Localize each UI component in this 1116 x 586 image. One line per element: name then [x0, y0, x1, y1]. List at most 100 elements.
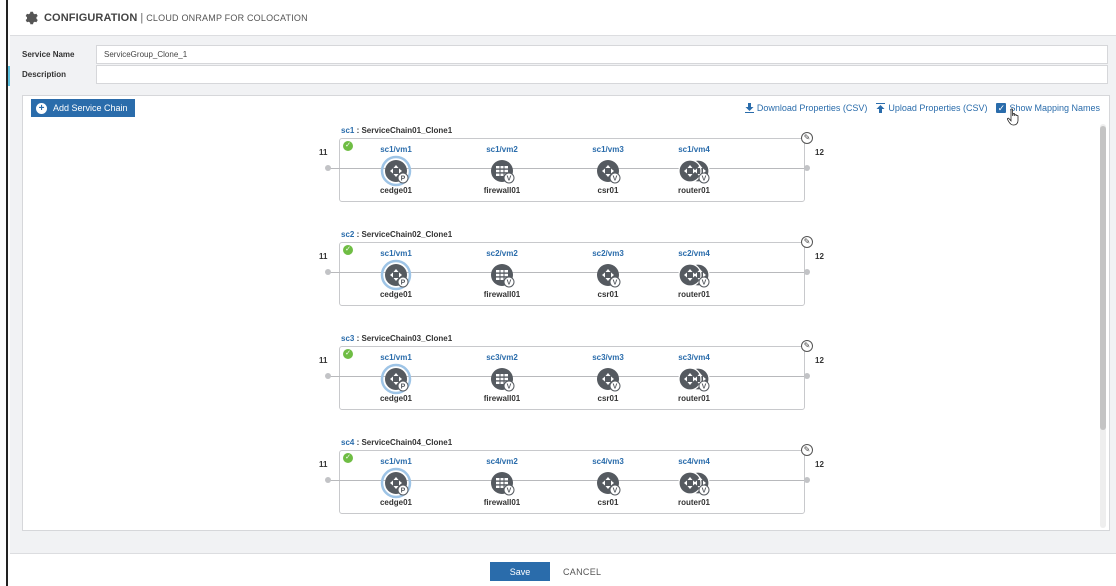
ingress-port-dot: [325, 373, 331, 379]
firewall-icon[interactable]: V: [486, 469, 518, 497]
chain-id: sc2: [341, 230, 355, 239]
chain-id: sc4: [341, 438, 355, 447]
vm-node[interactable]: sc1/vm1 Pcedge01: [351, 353, 441, 409]
vm-node[interactable]: sc1/vm2 Vfirewall01: [457, 145, 547, 201]
vm-node[interactable]: sc3/vm4 Vrouter01: [649, 353, 739, 409]
svg-text:V: V: [507, 488, 512, 495]
page-footer: Save CANCEL: [10, 553, 1116, 586]
chain-name: ServiceChain02_Clone1: [361, 230, 453, 239]
svg-text:V: V: [507, 384, 512, 391]
vm-node[interactable]: sc2/vm3 Vcsr01: [563, 249, 653, 305]
vm-label: sc2/vm4: [678, 249, 710, 258]
description-input[interactable]: [96, 64, 1108, 84]
router-stack-icon[interactable]: V: [674, 157, 714, 185]
vm-node[interactable]: sc4/vm2 Vfirewall01: [457, 457, 547, 513]
router-icon[interactable]: V: [592, 365, 624, 393]
cancel-button[interactable]: CANCEL: [563, 562, 601, 581]
vm-node[interactable]: sc1/vm1 Pcedge01: [351, 145, 441, 201]
window-left-edge: [0, 0, 8, 586]
show-mapping-names-checkbox[interactable]: ✓: [996, 103, 1007, 113]
vm-label: sc1/vm4: [678, 145, 710, 154]
ingress-port-dot: [325, 269, 331, 275]
svg-text:P: P: [401, 280, 406, 287]
vm-label: sc2/vm2: [486, 249, 518, 258]
router-stack-icon[interactable]: V: [674, 469, 714, 497]
vm-node[interactable]: sc2/vm4 Vrouter01: [649, 249, 739, 305]
vm-icon-wrap: V: [563, 157, 653, 184]
app-container: CONFIGURATION | CLOUD ONRAMP FOR COLOCAT…: [10, 0, 1116, 586]
service-chain-sc4: sc4 : ServiceChain04_Clone1 11 12 ✓ ✎ sc1/vm1…: [307, 438, 827, 528]
router-icon[interactable]: V: [592, 469, 624, 497]
svg-text:V: V: [507, 280, 512, 287]
vm-name: cedge01: [379, 186, 413, 195]
egress-port-dot: [804, 477, 810, 483]
panel-scrollbar[interactable]: [1100, 124, 1106, 528]
firewall-icon[interactable]: V: [486, 157, 518, 185]
chain-name: ServiceChain04_Clone1: [361, 438, 453, 447]
vm-icon-wrap: V: [649, 157, 739, 184]
svg-text:V: V: [702, 488, 707, 495]
vm-label: sc4/vm3: [592, 457, 624, 466]
chain-title: sc3 : ServiceChain03_Clone1: [341, 334, 453, 343]
vm-node[interactable]: sc2/vm2 Vfirewall01: [457, 249, 547, 305]
ingress-port-dot: [325, 477, 331, 483]
vm-label: sc1/vm1: [380, 353, 412, 362]
svg-text:V: V: [613, 280, 618, 287]
service-chain-sc1: sc1 : ServiceChain01_Clone1 11 12 ✓ ✎ sc1/vm1…: [307, 126, 827, 216]
vm-label: sc1/vm1: [380, 249, 412, 258]
router-icon[interactable]: V: [592, 157, 624, 185]
upload-icon: [876, 103, 886, 113]
download-properties-link[interactable]: Download Properties (CSV): [744, 103, 867, 113]
add-service-chain-label: Add Service Chain: [53, 103, 128, 113]
edit-icon[interactable]: ✎: [801, 132, 813, 144]
vm-label: sc1/vm1: [380, 457, 412, 466]
svg-text:V: V: [702, 176, 707, 183]
add-service-chain-button[interactable]: + Add Service Chain: [31, 99, 135, 117]
vm-icon-wrap: P: [351, 363, 441, 395]
save-button[interactable]: Save: [490, 562, 550, 581]
router-stack-icon[interactable]: V: [674, 261, 714, 289]
router-icon[interactable]: P: [380, 467, 412, 499]
vm-name: router01: [677, 394, 710, 403]
edit-icon[interactable]: ✎: [801, 236, 813, 248]
svg-text:V: V: [507, 176, 512, 183]
router-stack-icon[interactable]: V: [674, 365, 714, 393]
vm-node[interactable]: sc4/vm4 Vrouter01: [649, 457, 739, 513]
vm-node[interactable]: sc4/vm3 Vcsr01: [563, 457, 653, 513]
egress-port-label: 12: [815, 356, 824, 365]
vm-icon-wrap: V: [649, 261, 739, 288]
vm-node[interactable]: sc3/vm2 Vfirewall01: [457, 353, 547, 409]
edit-icon[interactable]: ✎: [801, 444, 813, 456]
vm-node[interactable]: sc1/vm1 Pcedge01: [351, 457, 441, 513]
vm-name: csr01: [597, 394, 619, 403]
svg-text:P: P: [401, 488, 406, 495]
vm-label: sc3/vm4: [678, 353, 710, 362]
router-icon[interactable]: P: [380, 259, 412, 291]
scrollbar-thumb[interactable]: [1100, 126, 1106, 430]
egress-port-dot: [804, 269, 810, 275]
firewall-icon[interactable]: V: [486, 261, 518, 289]
vm-icon-wrap: P: [351, 467, 441, 499]
router-icon[interactable]: P: [380, 363, 412, 395]
ingress-port-label: 11: [319, 148, 328, 157]
svg-text:V: V: [613, 176, 618, 183]
vm-node[interactable]: sc3/vm3 Vcsr01: [563, 353, 653, 409]
upload-properties-link[interactable]: Upload Properties (CSV): [876, 103, 987, 113]
edit-icon[interactable]: ✎: [801, 340, 813, 352]
description-label: Description: [22, 69, 67, 79]
vm-node[interactable]: sc1/vm1 Pcedge01: [351, 249, 441, 305]
svg-text:P: P: [401, 384, 406, 391]
vm-icon-wrap: V: [649, 365, 739, 392]
vm-name: router01: [677, 186, 710, 195]
vm-node[interactable]: sc1/vm3 Vcsr01: [563, 145, 653, 201]
router-icon[interactable]: P: [380, 155, 412, 187]
router-icon[interactable]: V: [592, 261, 624, 289]
vm-name: router01: [677, 498, 710, 507]
ingress-port-dot: [325, 165, 331, 171]
vm-node[interactable]: sc1/vm4 Vrouter01: [649, 145, 739, 201]
vm-label: sc1/vm1: [380, 145, 412, 154]
firewall-icon[interactable]: V: [486, 365, 518, 393]
vm-label: sc1/vm3: [592, 145, 624, 154]
chain-id: sc1: [341, 126, 355, 135]
service-name-input[interactable]: ServiceGroup_Clone_1: [96, 44, 1108, 64]
